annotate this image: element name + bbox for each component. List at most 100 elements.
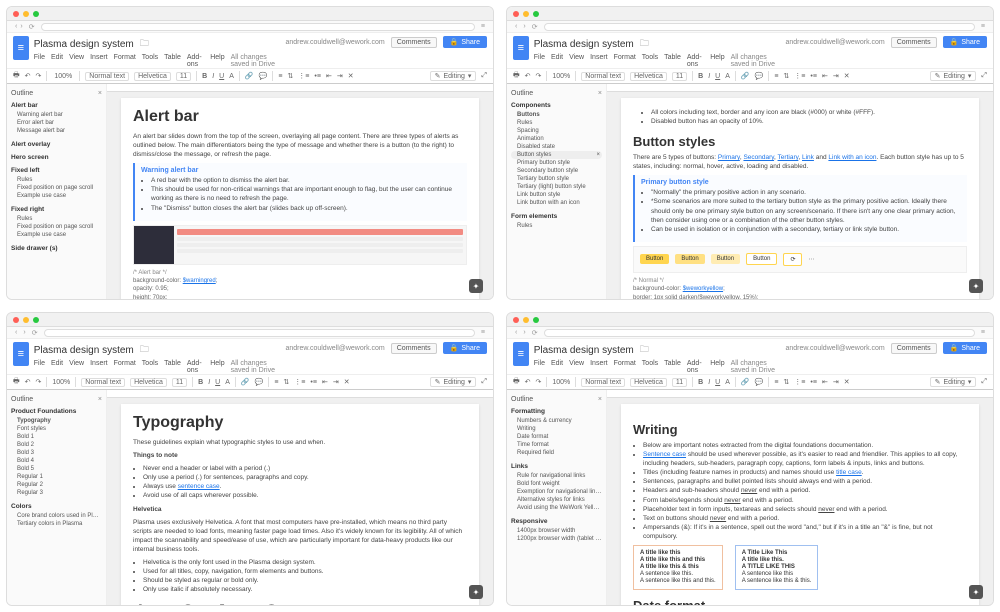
doc-title[interactable]: Plasma design system	[534, 39, 634, 50]
close-outline-icon[interactable]: ×	[598, 90, 602, 97]
font-select[interactable]: Helvetica	[134, 72, 171, 81]
close-icon[interactable]: ×	[596, 152, 600, 158]
url-field[interactable]	[544, 23, 975, 31]
outline-item[interactable]: Fixed position on page scroll	[11, 223, 102, 231]
fwd-icon[interactable]: ›	[20, 23, 22, 30]
outline-item[interactable]: Rules	[511, 222, 602, 230]
share-button[interactable]: 🔒Share	[443, 36, 487, 48]
docs-app-icon[interactable]: ≡	[13, 36, 29, 60]
outline-item[interactable]: Date format	[511, 433, 602, 441]
comment-button[interactable]: 💬	[259, 72, 268, 80]
comments-button[interactable]: Comments	[391, 37, 437, 48]
outline-item[interactable]: Writing	[511, 425, 602, 433]
outline-item[interactable]: Example use case	[11, 231, 102, 239]
folder-icon[interactable]: 🗀	[640, 36, 649, 52]
outdent-button[interactable]: ⇤	[326, 72, 332, 80]
folder-icon[interactable]: 🗀	[140, 36, 149, 52]
url-field[interactable]	[41, 23, 475, 31]
back-icon[interactable]: ‹	[15, 23, 17, 30]
outline-item[interactable]: Secondary button style	[511, 167, 602, 175]
doc-title[interactable]: Plasma design system	[34, 39, 134, 50]
outline-item[interactable]: Message alert bar	[11, 127, 102, 135]
outline-item[interactable]: Example use case	[11, 192, 102, 200]
outline-item[interactable]: Link button style	[511, 191, 602, 199]
outline-item[interactable]: Tertiary (light) button style	[511, 183, 602, 191]
outline-item[interactable]: Animation	[511, 135, 602, 143]
outline-item[interactable]: Tertiary button style	[511, 175, 602, 183]
menu-table[interactable]: Table	[164, 54, 181, 68]
outline-item[interactable]: Bold 2	[11, 441, 102, 449]
outline-item-selected[interactable]: Button styles×	[511, 151, 602, 159]
outline-heading[interactable]: Colors	[11, 503, 102, 510]
size-select[interactable]: 11	[176, 72, 191, 81]
undo-icon[interactable]: ↶	[25, 72, 31, 80]
outline-item[interactable]: Font styles	[11, 425, 102, 433]
explore-button[interactable]: ✦	[469, 279, 483, 293]
outline-item[interactable]: Core brand colors used in Plasma	[11, 512, 102, 520]
print-icon[interactable]: 🖶	[13, 71, 20, 82]
outline-item[interactable]: Rules	[511, 119, 602, 127]
indent-button[interactable]: ⇥	[337, 72, 343, 80]
outline-item[interactable]: 1400px browser width	[511, 527, 602, 535]
list-button[interactable]: ⋮≡	[298, 72, 309, 80]
menu-format[interactable]: Format	[114, 54, 136, 68]
outline-heading[interactable]: Fixed left	[11, 167, 102, 174]
explore-button[interactable]: ✦	[969, 279, 983, 293]
minimize-dot[interactable]	[523, 11, 529, 17]
outline-item[interactable]: Bold 5	[11, 465, 102, 473]
bullet-button[interactable]: •≡	[314, 73, 321, 80]
outline-heading[interactable]: Side drawer (s)	[11, 245, 102, 252]
text-color-button[interactable]: A	[229, 73, 234, 80]
outline-heading[interactable]: Alert overlay	[11, 141, 102, 148]
redo-icon[interactable]: ↷	[35, 72, 41, 80]
outline-item[interactable]: Bold font weight	[511, 480, 602, 488]
outline-item[interactable]: Primary button style	[511, 159, 602, 167]
align-button[interactable]: ≡	[278, 73, 282, 80]
outline-heading[interactable]: Form elements	[511, 213, 602, 220]
close-outline-icon[interactable]: ×	[98, 90, 102, 97]
outline-item[interactable]: Bold 1	[11, 433, 102, 441]
outline-item[interactable]: Tertiary colors in Plasma	[11, 520, 102, 528]
minimize-dot[interactable]	[23, 11, 29, 17]
outline-section[interactable]: Formatting	[511, 408, 602, 415]
docs-app-icon[interactable]: ≡	[513, 36, 529, 60]
maximize-dot[interactable]	[533, 11, 539, 17]
close-dot[interactable]	[13, 11, 19, 17]
outline-item[interactable]: Numbers & currency	[511, 417, 602, 425]
bold-button[interactable]: B	[202, 73, 207, 80]
italic-button[interactable]: I	[212, 73, 214, 80]
outline-heading[interactable]: Fixed right	[11, 206, 102, 213]
close-dot[interactable]	[513, 11, 519, 17]
maximize-dot[interactable]	[33, 11, 39, 17]
menu-tools[interactable]: Tools	[142, 54, 158, 68]
outline-item[interactable]: Avoid using the WeWork Yellow col...	[511, 504, 602, 512]
link-button[interactable]: 🔗	[245, 72, 254, 80]
outline-item[interactable]: Regular 3	[11, 489, 102, 497]
menu-help[interactable]: Help	[210, 54, 224, 68]
document-canvas[interactable]: All colors including text, border and an…	[607, 84, 993, 299]
outline-item[interactable]: Rules	[11, 215, 102, 223]
underline-button[interactable]: U	[219, 73, 224, 80]
reload-icon[interactable]: ⟳	[29, 23, 35, 31]
outline-heading[interactable]: Buttons	[511, 111, 602, 119]
outline-heading[interactable]: Alert bar	[11, 102, 102, 109]
outline-section[interactable]: Components	[511, 102, 602, 109]
outline-item[interactable]: Rules	[11, 176, 102, 184]
outline-item[interactable]: Fixed position on page scroll	[11, 184, 102, 192]
account-email[interactable]: andrew.couldwell@wework.com	[285, 39, 384, 46]
outline-heading[interactable]: Hero screen	[11, 154, 102, 161]
outline-heading[interactable]: Responsive	[511, 518, 602, 525]
menu-addons[interactable]: Add-ons	[187, 54, 204, 68]
menu-file[interactable]: File	[34, 54, 45, 68]
menu-icon[interactable]: ≡	[481, 23, 485, 30]
menu-insert[interactable]: Insert	[90, 54, 108, 68]
outline-item[interactable]: Rule for navigational links	[511, 472, 602, 480]
outline-item[interactable]: Link button with an icon	[511, 199, 602, 207]
expand-icon[interactable]: ⤢	[481, 72, 487, 80]
menu-view[interactable]: View	[69, 54, 84, 68]
outline-item[interactable]: Exemption for navigational link rule	[511, 488, 602, 496]
outline-section[interactable]: Product Foundations	[11, 408, 102, 415]
linespace-button[interactable]: ⇅	[287, 72, 293, 80]
clear-format-button[interactable]: ✕	[348, 72, 354, 80]
explore-button[interactable]: ✦	[969, 585, 983, 599]
